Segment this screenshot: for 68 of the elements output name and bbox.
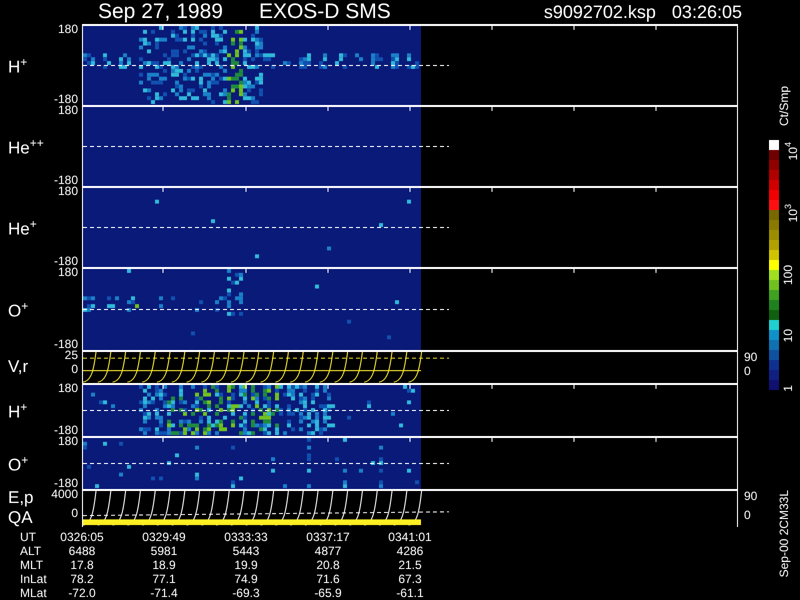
axis-tick-label: 25 (64, 350, 78, 361)
axis-tick-label: -180 (54, 256, 78, 267)
axis-tick-label: 180 (58, 24, 78, 35)
table-cell-text: 5443 (232, 544, 260, 558)
axis-tick-label: -180 (54, 478, 78, 489)
row-label: MLT (19, 558, 44, 572)
table-cell-text: -65.9 (313, 586, 343, 600)
panel-label: H$^{+}$ (8, 54, 28, 76)
instrument-title: EXOS-D SMS (258, 1, 391, 23)
table-cell-text: 4877 (314, 544, 342, 558)
row-label: InLat (19, 572, 48, 586)
axis-tick-label: 0 (744, 510, 752, 521)
axis-tick-label: 0 (744, 366, 752, 377)
row-label: UT (19, 530, 37, 544)
axis-tick-label: 180 (58, 267, 78, 278)
axis-tick-label: -180 (54, 425, 78, 436)
scale-tick-label: 100 (782, 265, 796, 286)
axis-tick-label: 0 (71, 364, 78, 375)
axis-tick-label: -180 (54, 94, 78, 105)
plot-date: Sep 27, 1989 (98, 1, 223, 23)
table-cell-text: -69.3 (231, 586, 261, 600)
scale-tick-label: 10 (782, 328, 796, 342)
panel-label: He$^{++}$ (8, 134, 45, 158)
row-label: ALT (19, 544, 42, 558)
panel-label: H$^{+}$ (8, 398, 28, 422)
file-name: s9092702.ksp (544, 1, 656, 23)
axis-tick-label: 180 (58, 105, 78, 116)
table-cell-text: 0326:05 (59, 530, 105, 544)
panel-label: O$^{+}$ (8, 452, 30, 474)
table-cell-text: -61.1 (395, 586, 425, 600)
axis-tick-label: 180 (58, 186, 78, 197)
panel-label: He$^{+}$ (8, 216, 38, 238)
scale-tick-label: 1 (782, 385, 796, 392)
table-cell-text: 67.3 (397, 572, 423, 586)
table-cell-text: 19.9 (233, 558, 259, 572)
footer-code: Sep-00 2CM33L (777, 490, 791, 578)
plot-time: 03:26:05 (672, 1, 742, 23)
table-cell-text: 0333:33 (223, 530, 269, 544)
table-cell-text: 4286 (396, 544, 424, 558)
axis-tick-label: -180 (54, 175, 78, 186)
table-cell-text: 20.8 (315, 558, 341, 572)
table-cell-text: 0341:01 (387, 530, 433, 544)
table-cell-text: -71.4 (149, 586, 179, 600)
table-cell-text: 21.5 (397, 558, 423, 572)
row-label: MLat (19, 586, 48, 600)
table-cell-text: 0329:49 (141, 530, 187, 544)
axis-tick-label: 180 (58, 436, 78, 447)
table-cell-text: 17.8 (69, 558, 95, 572)
axis-tick-label: 90 (744, 352, 758, 363)
table-cell-text: -72.0 (67, 586, 97, 600)
table-cell-text: 18.9 (151, 558, 177, 572)
table-cell-text: 74.9 (233, 572, 259, 586)
axis-tick-label: 0 (71, 508, 78, 519)
panel-label: QA (8, 509, 34, 527)
table-cell-text: 77.1 (151, 572, 177, 586)
axis-tick-label: -180 (54, 339, 78, 350)
axis-tick-label: 90 (744, 491, 758, 502)
axis-tick-label: 180 (58, 383, 78, 394)
panel-label: O$^{+}$ (8, 298, 30, 320)
axis-tick-label: 4000 (51, 489, 78, 500)
table-cell-text: 6488 (68, 544, 96, 558)
table-cell-text: 5981 (150, 544, 178, 558)
table-cell-text: 71.6 (315, 572, 341, 586)
unit-label: Ct/Smp (777, 86, 791, 126)
panel-label: V,r (8, 358, 30, 376)
table-cell-text: 78.2 (69, 572, 95, 586)
table-cell-text: 0337:17 (305, 530, 351, 544)
panel-label: E,p (8, 489, 35, 507)
